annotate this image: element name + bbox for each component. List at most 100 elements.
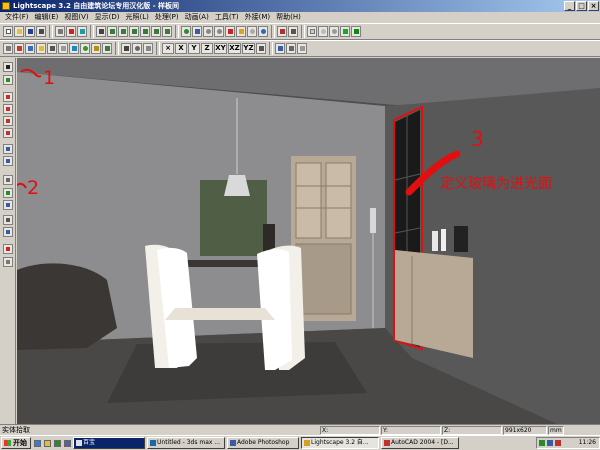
grid-icon[interactable]: [58, 43, 68, 54]
minimize-button[interactable]: _: [564, 1, 575, 11]
sun-icon[interactable]: [297, 43, 307, 54]
toolbar-separator: [156, 42, 160, 55]
select-arrow-icon[interactable]: [3, 62, 13, 72]
tray-volume-icon[interactable]: [547, 440, 553, 446]
blocks-icon[interactable]: [25, 43, 35, 54]
green-cube-icon[interactable]: [340, 26, 350, 37]
menu-edit[interactable]: 编辑(E): [32, 12, 62, 23]
task-lightscape[interactable]: Lightscape 3.2 自...: [301, 437, 379, 449]
menu-view[interactable]: 视图(V): [61, 12, 91, 23]
zoom-in-icon[interactable]: [203, 26, 213, 37]
view-front-icon[interactable]: [107, 26, 117, 37]
orbit-icon[interactable]: [181, 26, 191, 37]
view-bottom-icon[interactable]: [162, 26, 172, 37]
axis-x-button[interactable]: X: [175, 43, 187, 54]
taskbar: 开始 百宝 Untitled - 3ds max ... Adobe Photo…: [0, 435, 600, 450]
maximize-button[interactable]: □: [576, 1, 587, 11]
menu-process[interactable]: 处理(P): [152, 12, 182, 23]
print-icon[interactable]: [55, 26, 65, 37]
palette-icon[interactable]: [102, 43, 112, 54]
outlook-icon[interactable]: [44, 439, 51, 447]
menu-tools[interactable]: 工具(T): [212, 12, 242, 23]
sphere-icon[interactable]: [80, 43, 90, 54]
move-icon[interactable]: [121, 43, 131, 54]
lock-icon[interactable]: [91, 43, 101, 54]
select-surface-icon[interactable]: [3, 75, 13, 85]
desktop-icon[interactable]: [54, 439, 61, 447]
menu-file[interactable]: 文件(F): [2, 12, 32, 23]
walk-icon[interactable]: [275, 43, 285, 54]
window-opening-icon[interactable]: [3, 200, 13, 210]
snap-icon[interactable]: [256, 43, 266, 54]
new-file-icon[interactable]: [3, 26, 13, 37]
lamp-icon[interactable]: [236, 26, 246, 37]
menu-display[interactable]: 显示(D): [92, 12, 123, 23]
pan-eye-icon[interactable]: [192, 26, 202, 37]
zoom-out-icon[interactable]: [214, 26, 224, 37]
zoom-window-icon[interactable]: [277, 26, 287, 37]
grid-toggle-icon[interactable]: [307, 26, 317, 37]
start-button[interactable]: 开始: [1, 437, 31, 449]
tray-ime-icon[interactable]: [555, 440, 561, 446]
view-top-icon[interactable]: [151, 26, 161, 37]
pick-luminaire-icon[interactable]: [3, 92, 13, 102]
plane-yz-button[interactable]: YZ: [242, 43, 255, 54]
save-as-icon[interactable]: [36, 26, 46, 37]
view-back-icon[interactable]: [118, 26, 128, 37]
refresh-icon[interactable]: [258, 26, 268, 37]
views-icon[interactable]: [47, 43, 57, 54]
zoom-extents-icon[interactable]: [288, 26, 298, 37]
mesh-icon[interactable]: [3, 215, 13, 225]
color-icon[interactable]: [69, 43, 79, 54]
view-left-icon[interactable]: [129, 26, 139, 37]
3d-viewport[interactable]: 1 2 3 定义玻璃为进光面: [17, 58, 600, 424]
axis-y-button[interactable]: Y: [188, 43, 200, 54]
fly-icon[interactable]: [286, 43, 296, 54]
menu-help[interactable]: 帮助(H): [273, 12, 304, 23]
task-baibao[interactable]: 百宝: [73, 437, 145, 449]
add-light-icon[interactable]: [3, 244, 13, 254]
crosshair-icon[interactable]: [225, 26, 235, 37]
open-folder-icon[interactable]: [14, 26, 24, 37]
window-surface-icon[interactable]: [3, 175, 13, 185]
pick-block-icon[interactable]: [3, 104, 13, 114]
shaded-sphere-icon[interactable]: [329, 26, 339, 37]
ie-icon[interactable]: [34, 439, 41, 447]
luminaires-icon[interactable]: [36, 43, 46, 54]
help-icon[interactable]: [66, 26, 76, 37]
delete-icon[interactable]: ×: [162, 43, 174, 54]
wire-sphere-icon[interactable]: [318, 26, 328, 37]
view-right-icon[interactable]: [140, 26, 150, 37]
person-icon[interactable]: [3, 257, 13, 267]
texture-icon[interactable]: [3, 227, 13, 237]
axis-z-button[interactable]: Z: [201, 43, 213, 54]
scale-object-icon[interactable]: [143, 43, 153, 54]
pick-material-icon[interactable]: [3, 128, 13, 138]
layers-icon[interactable]: [3, 43, 13, 54]
tray-network-icon[interactable]: [539, 440, 545, 446]
rotate-icon[interactable]: [247, 26, 257, 37]
menu-light[interactable]: 光照(L): [123, 12, 152, 23]
menu-animation[interactable]: 动画(A): [182, 12, 212, 23]
rotate-object-icon[interactable]: [132, 43, 142, 54]
task-photoshop[interactable]: Adobe Photoshop: [227, 437, 299, 449]
media-icon[interactable]: [64, 439, 71, 447]
daylight-icon[interactable]: [3, 188, 13, 198]
save-icon[interactable]: [25, 26, 35, 37]
task-autocad[interactable]: AutoCAD 2004 - [D...: [381, 437, 459, 449]
info-icon[interactable]: [77, 26, 87, 37]
plane-xy-button[interactable]: XY: [214, 43, 227, 54]
toolbar-separator: [301, 25, 305, 38]
3dsmax-icon: [150, 440, 156, 446]
entity-pick-icon[interactable]: [3, 156, 13, 166]
task-3dsmax[interactable]: Untitled - 3ds max ...: [147, 437, 225, 449]
materials-icon[interactable]: [14, 43, 24, 54]
menu-external[interactable]: 外接(M): [242, 12, 274, 23]
close-button[interactable]: ×: [588, 1, 599, 11]
pick-layer-icon[interactable]: [3, 116, 13, 126]
windows-flag-icon: [4, 440, 11, 446]
entity-icon[interactable]: [3, 144, 13, 154]
plane-xz-button[interactable]: XZ: [228, 43, 241, 54]
camera-icon[interactable]: [96, 26, 106, 37]
solid-cube-icon[interactable]: [351, 26, 361, 37]
